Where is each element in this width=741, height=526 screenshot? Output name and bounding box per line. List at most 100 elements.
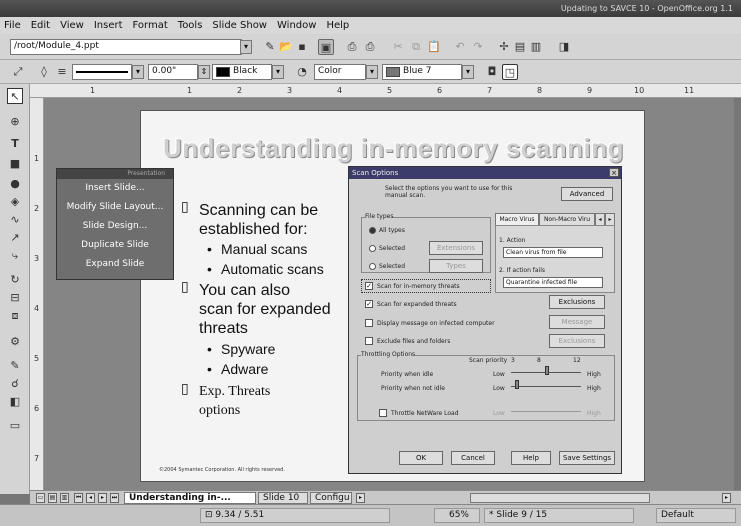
- line-color-dropdown[interactable]: ▾: [272, 65, 284, 79]
- tab-scroll-left-icon[interactable]: ◂: [595, 213, 605, 225]
- priority-idle-thumb[interactable]: [545, 366, 549, 375]
- menu-item-insert-slide[interactable]: Insert Slide...: [57, 179, 173, 198]
- menu-insert[interactable]: Insert: [94, 20, 123, 31]
- exclude-files-checkbox[interactable]: [365, 337, 373, 345]
- file-path-field[interactable]: /root/Module_4.ppt: [10, 39, 242, 55]
- tab-current-slide[interactable]: Understanding in-...: [124, 492, 256, 504]
- scroll-right-icon[interactable]: ▸: [722, 493, 731, 503]
- menu-item-slide-design[interactable]: Slide Design...: [57, 217, 173, 236]
- ok-button[interactable]: OK: [399, 451, 443, 465]
- menu-item-expand-slide[interactable]: Expand Slide: [57, 255, 173, 274]
- menu-edit[interactable]: Edit: [31, 20, 50, 31]
- 3d-object-icon[interactable]: ◈: [7, 194, 23, 210]
- menu-file[interactable]: File: [4, 20, 21, 31]
- undo-icon[interactable]: ↶: [452, 39, 468, 55]
- open-folder-icon[interactable]: 📂: [278, 39, 294, 55]
- insert-icon[interactable]: ⚙: [7, 334, 23, 350]
- tab-macro-virus[interactable]: Macro Virus: [495, 213, 539, 225]
- first-slide-icon[interactable]: ⏮: [74, 493, 83, 503]
- sub-bullet-adware[interactable]: Adware: [221, 361, 268, 378]
- line-style-icon[interactable]: ≡: [54, 64, 70, 80]
- text-tool-icon[interactable]: T: [7, 136, 23, 152]
- line-style-dropdown[interactable]: ▾: [132, 65, 144, 79]
- line-icon[interactable]: ⤢: [10, 64, 26, 80]
- line-color-field[interactable]: Black: [212, 64, 272, 80]
- dialog-close-icon[interactable]: ×: [609, 168, 619, 177]
- menu-slide-show[interactable]: Slide Show: [212, 20, 267, 31]
- line-width-field[interactable]: 0.00": [148, 64, 198, 80]
- exclusions-button[interactable]: Exclusions: [549, 295, 605, 309]
- priority-not-idle-slider[interactable]: [511, 381, 581, 387]
- menu-window[interactable]: Window: [277, 20, 316, 31]
- interaction-icon[interactable]: ☌: [7, 376, 23, 392]
- prev-slide-icon[interactable]: ◂: [86, 493, 95, 503]
- effects-icon[interactable]: ✎: [7, 358, 23, 374]
- navigator-icon[interactable]: ✢: [496, 39, 512, 55]
- selected-radio-2[interactable]: [369, 263, 376, 270]
- copy-icon[interactable]: ⧉: [408, 39, 424, 55]
- view-drawing-icon[interactable]: ▭: [36, 493, 45, 503]
- view-outline-icon[interactable]: ▤: [48, 493, 57, 503]
- horizontal-ruler[interactable]: 1 1 2 3 4 5 6 7 8 9 10 11: [30, 84, 741, 98]
- paste-icon[interactable]: 📋: [426, 39, 442, 55]
- cut-icon[interactable]: ✂: [390, 39, 406, 55]
- bullet-3-line-1[interactable]: Exp. Threats: [199, 383, 270, 400]
- area-icon[interactable]: ◔: [294, 64, 310, 80]
- bullet-3-line-2[interactable]: options: [199, 402, 240, 419]
- help-agent-icon[interactable]: ◨: [556, 39, 572, 55]
- tab-slide-10[interactable]: Slide 10: [258, 492, 308, 504]
- file-path-dropdown[interactable]: ▾: [240, 40, 252, 54]
- tab-scroll-icon[interactable]: ▸: [356, 493, 365, 503]
- tab-scroll-right-icon[interactable]: ▸: [605, 213, 615, 225]
- sub-bullet-manual-scans[interactable]: Manual scans: [221, 241, 307, 258]
- zoom-icon[interactable]: ⊕: [7, 114, 23, 130]
- menu-item-duplicate-slide[interactable]: Duplicate Slide: [57, 236, 173, 255]
- menu-help[interactable]: Help: [326, 20, 349, 31]
- area-style-field[interactable]: Color: [314, 64, 366, 80]
- edit-file-icon[interactable]: ✎: [262, 39, 278, 55]
- last-slide-icon[interactable]: ⏭: [110, 493, 119, 503]
- exclusions-disabled-button[interactable]: Exclusions: [549, 334, 605, 348]
- export-pdf-icon[interactable]: ▣: [318, 39, 334, 55]
- tab-configure[interactable]: Configu: [310, 492, 352, 504]
- action-1-select[interactable]: Clean virus from file: [503, 247, 603, 258]
- line-width-spinner[interactable]: ⇕: [198, 65, 210, 79]
- print-direct-icon[interactable]: ⎙: [362, 39, 378, 55]
- sub-bullet-automatic-scans[interactable]: Automatic scans: [221, 261, 324, 278]
- line-tool-icon[interactable]: ↗: [7, 230, 23, 246]
- rectangle-icon[interactable]: ■: [7, 156, 23, 172]
- save-settings-button[interactable]: Save Settings: [559, 451, 615, 465]
- arrow-style-icon[interactable]: ◊: [36, 64, 52, 80]
- print-icon[interactable]: ⎙: [344, 39, 360, 55]
- help-button[interactable]: Help: [511, 451, 551, 465]
- menu-view[interactable]: View: [60, 20, 84, 31]
- slide-title[interactable]: Understanding in-memory scanning: [141, 133, 646, 164]
- sub-bullet-spyware[interactable]: Spyware: [221, 341, 275, 358]
- action-2-select[interactable]: Quarantine infected file: [503, 277, 603, 288]
- ellipse-icon[interactable]: ●: [7, 176, 23, 192]
- area-color-dropdown[interactable]: ▾: [462, 65, 474, 79]
- vertical-ruler[interactable]: 1 2 3 4 5 6 7: [30, 98, 44, 494]
- save-icon[interactable]: ▪: [294, 39, 310, 55]
- bullet-1-line-1[interactable]: Scanning can be: [199, 201, 318, 220]
- view-notes-icon[interactable]: ▥: [60, 493, 69, 503]
- zoom-level[interactable]: 65%: [434, 508, 480, 523]
- slide-show-icon[interactable]: ▭: [7, 418, 23, 434]
- background-object-icon[interactable]: ◳: [502, 64, 518, 80]
- area-color-field[interactable]: Blue 7: [382, 64, 462, 80]
- bullet-2-line-1[interactable]: You can also: [199, 281, 290, 300]
- chart-icon[interactable]: ▥: [528, 39, 544, 55]
- line-style-field[interactable]: [72, 64, 132, 80]
- bullet-2-line-2[interactable]: scan for expanded: [199, 300, 331, 319]
- message-button[interactable]: Message: [549, 315, 605, 329]
- rotate-icon[interactable]: ↻: [7, 272, 23, 288]
- connector-icon[interactable]: ⤷: [7, 248, 23, 264]
- redo-icon[interactable]: ↷: [470, 39, 486, 55]
- priority-not-idle-thumb[interactable]: [515, 380, 519, 389]
- scan-memory-checkbox[interactable]: ✓: [365, 282, 373, 290]
- netware-slider[interactable]: [511, 406, 581, 412]
- menu-item-modify-slide-layout[interactable]: Modify Slide Layout...: [57, 198, 173, 217]
- selected-radio-1[interactable]: [369, 245, 376, 252]
- bullet-2-line-3[interactable]: threats: [199, 319, 248, 338]
- menu-tools[interactable]: Tools: [178, 20, 203, 31]
